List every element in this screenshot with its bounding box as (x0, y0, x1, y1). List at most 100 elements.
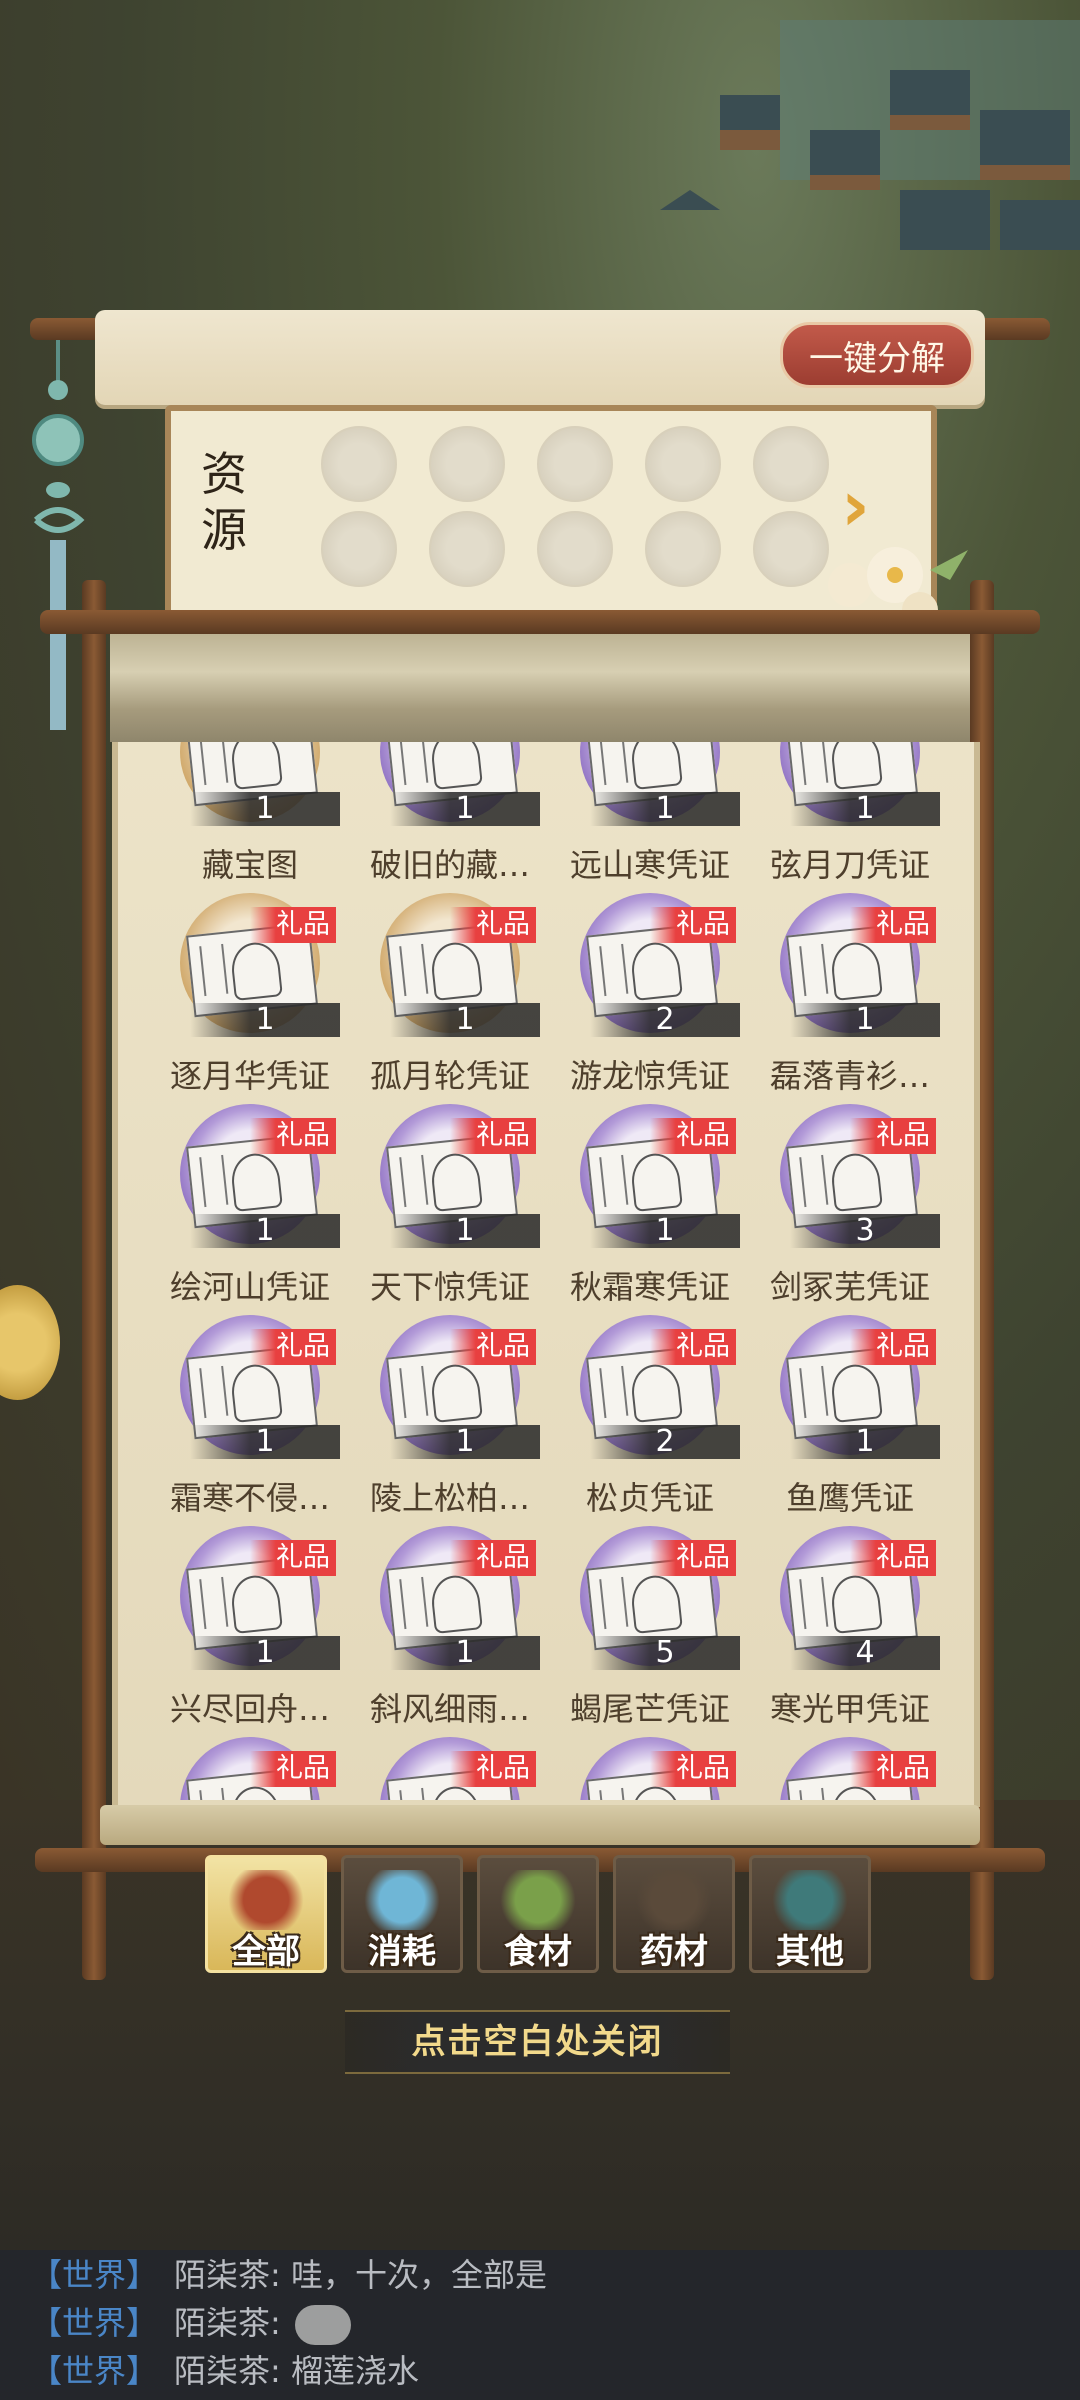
one-click-decompose-button[interactable]: 一键分解 (780, 322, 974, 388)
item-count: 1 (190, 1425, 340, 1459)
inventory-item[interactable]: 礼品 1 磊落青衫… (750, 893, 950, 1103)
gift-tag: 礼品 (250, 1118, 336, 1154)
item-count: 1 (590, 1214, 740, 1248)
resource-slot[interactable] (753, 426, 829, 502)
item-name: 弦月刀凭证 (769, 846, 930, 884)
inventory-item[interactable]: 礼品 2 松贞凭证 (550, 1315, 750, 1525)
item-name: 蝎尾芒凭证 (569, 1690, 730, 1728)
gift-tag: 礼品 (250, 907, 336, 943)
item-name: 绘河山凭证 (169, 1268, 330, 1306)
item-count: 1 (590, 792, 740, 826)
resource-slot[interactable] (429, 426, 505, 502)
inventory-item[interactable]: 礼品 1 孤月轮凭证 (350, 893, 550, 1103)
inventory-item[interactable]: 礼品 (750, 1737, 950, 1800)
chat-message: 【世界】 陌柒茶: 榴莲浇水 (30, 2348, 419, 2394)
gift-tag: 礼品 (450, 1540, 536, 1576)
resource-slot[interactable] (321, 426, 397, 502)
item-count: 1 (790, 1425, 940, 1459)
inventory-item[interactable]: 礼品 1 逐月华凭证 (150, 893, 350, 1103)
gift-tag: 礼品 (450, 1329, 536, 1365)
item-count: 1 (190, 1214, 340, 1248)
inventory-item[interactable]: 1 远山寒凭证 (550, 742, 750, 892)
gift-tag: 礼品 (650, 1329, 736, 1365)
tab-label: 食材 (504, 1932, 572, 1972)
inventory-item[interactable]: 礼品 1 秋霜寒凭证 (550, 1104, 750, 1314)
gift-tag: 礼品 (850, 1118, 936, 1154)
inventory-item[interactable]: 礼品 (350, 1737, 550, 1800)
tab-other[interactable]: 其他 (749, 1855, 871, 1973)
item-count: 1 (190, 1003, 340, 1037)
item-name: 远山寒凭证 (569, 846, 730, 884)
item-name: 兴尽回舟… (169, 1690, 330, 1728)
inventory-item[interactable]: 礼品 1 绘河山凭证 (150, 1104, 350, 1314)
inventory-item[interactable]: 礼品 1 斜风细雨… (350, 1526, 550, 1736)
tab-herb[interactable]: 药材 (613, 1855, 735, 1973)
item-name: 磊落青衫… (769, 1057, 930, 1095)
inventory-item[interactable]: 礼品 3 剑冢芜凭证 (750, 1104, 950, 1314)
inventory-item[interactable]: 礼品 1 兴尽回舟… (150, 1526, 350, 1736)
tab-all[interactable]: 全部 (205, 1855, 327, 1973)
gift-tag: 礼品 (250, 1329, 336, 1365)
inventory-item[interactable]: 礼品 (550, 1737, 750, 1800)
item-count: 1 (390, 1425, 540, 1459)
chevron-right-icon[interactable]: › (841, 471, 881, 541)
inventory-item[interactable]: 1 破旧的藏… (350, 742, 550, 892)
inventory-item[interactable]: 1 弦月刀凭证 (750, 742, 950, 892)
tab-label: 药材 (640, 1932, 708, 1972)
inventory-item[interactable]: 礼品 2 游龙惊凭证 (550, 893, 750, 1103)
item-count: 4 (790, 1636, 940, 1670)
gift-tag: 礼品 (650, 907, 736, 943)
item-name: 天下惊凭证 (369, 1268, 530, 1306)
gift-tag: 礼品 (450, 1118, 536, 1154)
item-name: 松贞凭证 (585, 1479, 714, 1517)
item-count: 1 (190, 792, 340, 826)
item-count: 5 (590, 1636, 740, 1670)
item-name: 游龙惊凭证 (569, 1057, 730, 1095)
item-name: 鱼鹰凭证 (785, 1479, 914, 1517)
gift-tag: 礼品 (450, 1751, 536, 1787)
resource-slot[interactable] (645, 511, 721, 587)
item-name: 陵上松柏… (369, 1479, 530, 1517)
item-name: 斜风细雨… (369, 1690, 530, 1728)
item-count: 1 (790, 792, 940, 826)
chat-channel: 【世界】 (30, 2256, 159, 2294)
tab-ingredient[interactable]: 食材 (477, 1855, 599, 1973)
item-count: 1 (390, 1636, 540, 1670)
vegetable-basket-icon (498, 1870, 578, 1930)
tab-consumable[interactable]: 消耗 (341, 1855, 463, 1973)
resource-slot[interactable] (645, 426, 721, 502)
item-name: 寒光甲凭证 (769, 1690, 930, 1728)
inventory-item[interactable]: 礼品 5 蝎尾芒凭证 (550, 1526, 750, 1736)
item-name: 剑冢芜凭证 (769, 1268, 930, 1306)
item-name: 秋霜寒凭证 (569, 1268, 730, 1306)
resource-slot[interactable] (537, 426, 613, 502)
chat-text: 榴莲浇水 (280, 2352, 419, 2390)
item-count: 2 (590, 1425, 740, 1459)
world-chat-panel[interactable]: 【世界】 陌柒茶: 哇，十次，全部是 【世界】 陌柒茶: 【世界】 陌柒茶: 榴莲浇水 (0, 2250, 1080, 2400)
inventory-item[interactable]: 礼品 1 鱼鹰凭证 (750, 1315, 950, 1525)
gift-tag: 礼品 (850, 1329, 936, 1365)
inventory-item[interactable]: 礼品 4 寒光甲凭证 (750, 1526, 950, 1736)
chat-speaker: 陌柒茶: (174, 2256, 281, 2294)
inventory-item[interactable]: 礼品 1 天下惊凭证 (350, 1104, 550, 1314)
inventory-item[interactable]: 礼品 (150, 1737, 350, 1800)
scroll-bottom-edge (100, 1805, 980, 1845)
resource-slot[interactable] (537, 511, 613, 587)
rolled-scroll (110, 634, 970, 742)
inventory-item[interactable]: 1 藏宝图 (150, 742, 350, 892)
chat-speaker: 陌柒茶: (174, 2352, 281, 2390)
inventory-grid[interactable]: 1 藏宝图 1 破旧的藏… 1 远山寒凭证 1 弦月刀凭证 礼品 1 逐月华凭证 礼品 1 孤月轮凭证 礼品… (130, 742, 950, 1800)
item-count: 1 (390, 792, 540, 826)
close-hint[interactable]: 点击空白处关闭 (345, 2010, 730, 2074)
inventory-item[interactable]: 礼品 1 陵上松柏… (350, 1315, 550, 1525)
gift-tag: 礼品 (850, 1540, 936, 1576)
item-name: 破旧的藏… (369, 846, 530, 884)
item-name: 霜寒不侵… (169, 1479, 330, 1517)
inventory-item[interactable]: 礼品 1 霜寒不侵… (150, 1315, 350, 1525)
chat-speaker: 陌柒茶: (174, 2304, 281, 2342)
gift-tag: 礼品 (650, 1540, 736, 1576)
jade-charm-decoration (32, 330, 85, 730)
gift-tag: 礼品 (250, 1751, 336, 1787)
resource-slot[interactable] (429, 511, 505, 587)
resource-slot[interactable] (321, 511, 397, 587)
